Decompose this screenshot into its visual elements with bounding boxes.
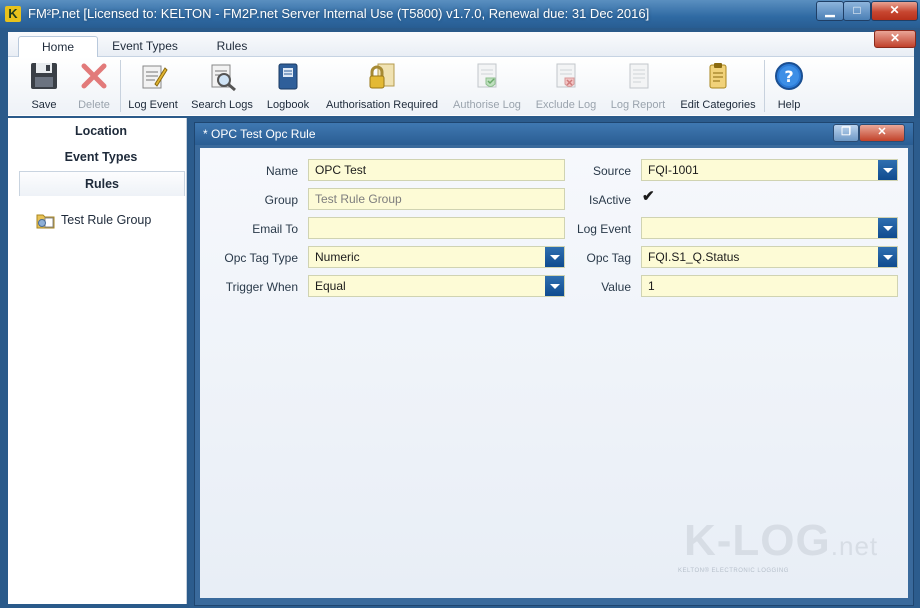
watermark-tagline: KELTON® ELECTRONIC LOGGING	[678, 568, 789, 574]
document-restore-button[interactable]: ❐	[833, 124, 859, 142]
delete-button[interactable]: Delete	[70, 60, 118, 114]
edit-categories-icon	[702, 60, 734, 92]
email-to-field[interactable]	[308, 217, 565, 239]
chevron-down-icon[interactable]	[545, 276, 564, 296]
ribbon-toolbar: Save Delete Log Event Search Logs Logboo…	[8, 57, 914, 115]
minimize-button[interactable]: ▁	[816, 1, 844, 21]
authorisation-required-button[interactable]: Authorisation Required	[322, 60, 442, 114]
trigger-when-select[interactable]: Equal	[308, 275, 565, 297]
tab-home[interactable]: Home	[18, 36, 98, 58]
log-event-button[interactable]: Log Event	[124, 60, 182, 114]
chevron-down-icon[interactable]	[878, 160, 897, 180]
watermark-brand: K-LOG	[684, 516, 831, 565]
search-logs-button[interactable]: Search Logs	[190, 60, 254, 114]
search-logs-icon	[206, 60, 238, 92]
search-logs-label: Search Logs	[191, 99, 253, 111]
chevron-down-icon[interactable]	[878, 218, 897, 238]
source-value: FQI-1001	[648, 163, 699, 177]
klog-watermark-logo: K-LOG.net	[684, 516, 878, 566]
watermark-suffix: .net	[830, 531, 879, 561]
ribbon-close-button[interactable]: ✕	[874, 30, 916, 48]
log-report-label: Log Report	[610, 99, 666, 111]
log-event-select[interactable]	[641, 217, 898, 239]
group-label: Group	[264, 193, 298, 207]
logbook-button[interactable]: Logbook	[262, 60, 314, 114]
source-select[interactable]: FQI-1001	[641, 159, 898, 181]
help-button[interactable]: ? Help	[768, 60, 810, 114]
window-titlebar: K FM²P.net [Licensed to: KELTON - FM2P.n…	[0, 0, 920, 28]
value-label: Value	[601, 280, 631, 294]
toolbar-separator	[120, 60, 121, 112]
chevron-down-icon[interactable]	[878, 247, 897, 267]
save-button[interactable]: Save	[20, 60, 68, 114]
log-event-field-label: Log Event	[576, 222, 631, 236]
log-report-button[interactable]: Log Report	[606, 60, 670, 114]
name-field[interactable]: OPC Test	[308, 159, 565, 181]
is-active-label: IsActive	[588, 193, 631, 207]
opc-tag-type-value: Numeric	[315, 250, 360, 264]
app-logo-icon: K	[5, 6, 21, 22]
authorise-log-label: Authorise Log	[453, 99, 521, 111]
name-label: Name	[265, 164, 298, 178]
save-label: Save	[31, 99, 57, 111]
trigger-when-value: Equal	[315, 279, 346, 293]
save-icon	[28, 60, 60, 92]
maximize-button[interactable]: □	[843, 1, 871, 21]
trigger-when-label: Trigger When	[225, 280, 298, 294]
authorisation-required-label: Authorisation Required	[326, 99, 438, 111]
close-window-button[interactable]: ✕	[871, 1, 918, 21]
nav-event-types[interactable]: Event Types	[19, 145, 183, 169]
opc-tag-value: FQI.S1_Q.Status	[648, 250, 740, 264]
is-active-checkbox[interactable]: ✔	[642, 187, 655, 205]
left-panel: Location Event Types Rules	[8, 118, 187, 604]
exclude-log-label: Exclude Log	[535, 99, 597, 111]
tree-item-label: Test Rule Group	[61, 213, 152, 227]
toolbar-separator	[764, 60, 765, 112]
help-icon: ?	[773, 60, 805, 92]
logbook-label: Logbook	[266, 99, 310, 111]
tab-rules[interactable]: Rules	[204, 36, 260, 56]
log-report-icon	[622, 60, 654, 92]
nav-location[interactable]: Location	[19, 119, 183, 143]
ribbon-tabs: Home Event Types Rules ✕	[8, 30, 916, 58]
log-event-label: Log Event	[128, 99, 178, 111]
authorise-log-icon	[471, 60, 503, 92]
document-titlebar: * OPC Test Opc Rule ❐ ✕	[195, 123, 913, 145]
ribbon: Home Event Types Rules ✕ Save Delete Log…	[8, 30, 916, 116]
document-close-button[interactable]: ✕	[859, 124, 905, 142]
help-label: Help	[777, 99, 801, 111]
opc-tag-select[interactable]: FQI.S1_Q.Status	[641, 246, 898, 268]
opc-tag-label: Opc Tag	[586, 251, 631, 265]
edit-categories-button[interactable]: Edit Categories	[678, 60, 758, 114]
delete-icon	[78, 60, 110, 92]
value-field[interactable]: 1	[641, 275, 898, 297]
rule-form: Name OPC Test Group Test Rule Group Emai…	[200, 148, 908, 598]
svg-text:?: ?	[784, 67, 793, 86]
delete-label: Delete	[78, 99, 110, 111]
document-title: * OPC Test Opc Rule	[203, 127, 316, 141]
nav-rules[interactable]: Rules	[19, 171, 185, 196]
rule-group-icon	[36, 211, 56, 229]
rule-document-window: * OPC Test Opc Rule ❐ ✕ Name OPC Test Gr…	[194, 122, 914, 606]
edit-categories-label: Edit Categories	[680, 99, 756, 111]
log-event-icon	[137, 60, 169, 92]
source-label: Source	[592, 164, 631, 178]
lock-icon	[366, 60, 398, 92]
authorise-log-button[interactable]: Authorise Log	[450, 60, 524, 114]
exclude-log-button[interactable]: Exclude Log	[532, 60, 600, 114]
chevron-down-icon[interactable]	[545, 247, 564, 267]
window-title: FM²P.net [Licensed to: KELTON - FM2P.net…	[28, 6, 650, 21]
opc-tag-type-select[interactable]: Numeric	[308, 246, 565, 268]
tab-event-types[interactable]: Event Types	[104, 36, 186, 56]
logbook-icon	[272, 60, 304, 92]
exclude-log-icon	[550, 60, 582, 92]
email-to-label: Email To	[252, 222, 298, 236]
opc-tag-type-label: Opc Tag Type	[224, 251, 298, 265]
group-field[interactable]: Test Rule Group	[308, 188, 565, 210]
